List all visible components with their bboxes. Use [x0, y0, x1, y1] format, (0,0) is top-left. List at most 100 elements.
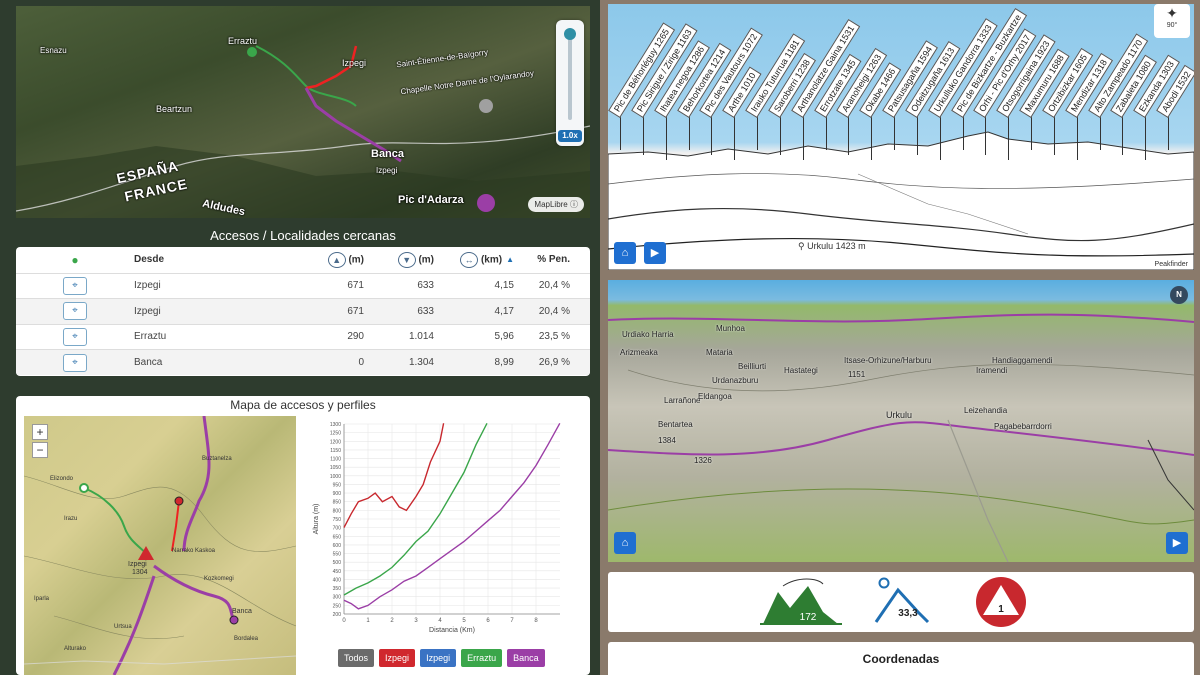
stat-slope: 33,3	[898, 608, 918, 619]
terrain-label: Munhoa	[716, 324, 745, 333]
map-label: Pic d'Adarza	[398, 194, 464, 206]
route-map-button[interactable]: ⌖	[63, 276, 87, 295]
y-tick-label: 1300	[330, 422, 341, 428]
perfiles-card: Mapa de accesos y perfiles + − Elizondo	[16, 396, 590, 675]
terrain-label: Urdiako Harria	[622, 330, 674, 339]
y-tick-label: 1100	[330, 457, 341, 463]
terrain-label: Leizehandia	[964, 406, 1008, 415]
table-row: ⌖ Izpegi 671 633 4,17 20,4 %	[16, 298, 590, 324]
cell-pendiente: 20,4 %	[514, 272, 590, 299]
cell-subida: 290	[284, 323, 364, 350]
y-tick-label: 1250	[330, 431, 341, 437]
x-axis-label: Distancia (Km)	[429, 627, 475, 634]
terrain-label: 1326	[694, 456, 712, 465]
cell-pendiente: 20,4 %	[514, 298, 590, 324]
peak-marker-line	[734, 112, 736, 160]
terrain-label: Handiaggamendi	[992, 356, 1053, 365]
home-button[interactable]: ⌂	[614, 242, 636, 264]
north-arrow-icon[interactable]: N	[1170, 286, 1188, 304]
terrain-3d-map[interactable]: Erraztu Izpegi Beartzun Banca ESPAÑA FRA…	[16, 6, 590, 218]
peak-marker-line	[1008, 112, 1010, 160]
map-label: Esnazu	[40, 46, 67, 55]
topo-label: Iparla	[34, 596, 50, 602]
cell-pendiente: 23,5 %	[514, 323, 590, 350]
panorama-credit: Peakfinder	[1154, 261, 1188, 268]
cell-desde: Izpegi	[134, 272, 284, 299]
zoom-out-button[interactable]: −	[32, 442, 48, 458]
filter-button-banca[interactable]: Banca	[507, 649, 545, 667]
y-tick-label: 550	[333, 552, 342, 558]
topo-label: Kozkomegi	[204, 576, 234, 582]
info-icon: ⓘ	[570, 200, 578, 209]
peak-marker-line	[871, 112, 873, 160]
zoom-track[interactable]	[568, 36, 572, 120]
topo-label: Banca	[232, 608, 252, 615]
cell-km: 8,99	[434, 349, 514, 375]
header-pendiente[interactable]: % Pen.	[514, 247, 590, 273]
route-map-button[interactable]: ⌖	[63, 353, 87, 372]
zoom-in-button[interactable]: +	[32, 424, 48, 440]
cell-km: 4,17	[434, 298, 514, 324]
distance-icon: ↔	[460, 251, 479, 268]
y-tick-label: 200	[333, 612, 342, 618]
filter-button-izpegi-2[interactable]: Izpegi	[420, 649, 457, 667]
header-subida[interactable]: ▲ (m)	[284, 247, 364, 273]
cell-desde: Banca	[134, 349, 284, 375]
series-line-banca	[343, 422, 561, 610]
stat-distance: 172	[800, 612, 817, 623]
coords-title: Coordenadas	[862, 652, 940, 666]
play-button-3d[interactable]: ▶	[1166, 532, 1188, 554]
map-label: Izpegi	[376, 166, 398, 175]
y-tick-label: 1150	[330, 448, 341, 454]
peak-panorama[interactable]: Pic de Béhorléguy 1265 Pic Sirigue / Ziri…	[608, 4, 1194, 270]
play-button[interactable]: ▶	[644, 242, 666, 264]
topo-route-map[interactable]: + − Elizondo Buztanelza Irazu Iparla Nar…	[24, 416, 296, 675]
y-tick-label: 1200	[330, 439, 341, 445]
header-bajada[interactable]: ▼ (m)	[364, 247, 434, 273]
route-map-button[interactable]: ⌖	[63, 302, 87, 321]
topo-label: Irazu	[64, 516, 78, 522]
sort-asc-icon: ▲	[506, 255, 514, 265]
x-tick-label: 4	[438, 618, 442, 624]
topo-label: 1304	[132, 569, 148, 576]
filter-button-izpegi-1[interactable]: Izpegi	[379, 649, 416, 667]
cell-bajada: 633	[364, 298, 434, 324]
compass-widget[interactable]: ✦ 90°	[1154, 4, 1190, 38]
peak-marker-line	[779, 112, 781, 155]
y-axis-label: Altura (m)	[313, 504, 320, 535]
header-distancia[interactable]: ↔ (km) ▲	[434, 247, 514, 273]
x-tick-label: 3	[414, 618, 418, 624]
table-header-row: ● Desde ▲ (m) ▼ (m) ↔ (km) ▲ % Pen.	[16, 247, 590, 273]
x-tick-label: 8	[534, 618, 538, 624]
elevation-chart: 2002503003504004505005506006507007508008…	[313, 422, 561, 634]
filter-button-todos[interactable]: Todos	[338, 649, 375, 667]
peak-marker-line	[1053, 112, 1055, 155]
topo-label: Elizondo	[50, 476, 74, 482]
terrain-3d-view[interactable]: Urdiako Harria Munhoa Arizmeaka Mataria …	[608, 280, 1194, 562]
peak-marker-line	[939, 112, 941, 160]
home-button-3d[interactable]: ⌂	[614, 532, 636, 554]
terrain-label: Mataria	[706, 348, 733, 357]
terrain-label: Bentartea	[658, 420, 693, 429]
terrain-label: 1384	[658, 436, 676, 445]
x-tick-label: 0	[342, 618, 346, 624]
header-desde[interactable]: Desde	[134, 247, 284, 273]
zoom-knob[interactable]	[564, 28, 576, 40]
peak-marker-line	[916, 112, 918, 155]
terrain-label: Larrañone	[664, 396, 701, 405]
globe-icon: ●	[71, 252, 79, 267]
compass-icon: ✦	[1166, 5, 1178, 21]
terrain-label: Itsase-Orhizune/Harburu	[844, 356, 932, 365]
zoom-slider[interactable]: 1.0x	[556, 20, 584, 146]
y-tick-label: 950	[333, 482, 342, 488]
peak-marker-line	[1145, 112, 1147, 160]
maplibre-attribution[interactable]: MapLibre ⓘ	[528, 197, 584, 212]
route-map-button[interactable]: ⌖	[63, 327, 87, 346]
cell-km: 5,96	[434, 323, 514, 350]
filter-button-erraztu[interactable]: Erraztu	[461, 649, 503, 667]
y-tick-label: 650	[333, 534, 342, 540]
profile-filter-bar: Todos Izpegi Izpegi Erraztu Banca	[338, 649, 545, 667]
header-map-col: ●	[16, 247, 134, 273]
table-row: ⌖ Izpegi 671 633 4,15 20,4 %	[16, 272, 590, 299]
terrain-3d-texture	[608, 313, 1194, 562]
